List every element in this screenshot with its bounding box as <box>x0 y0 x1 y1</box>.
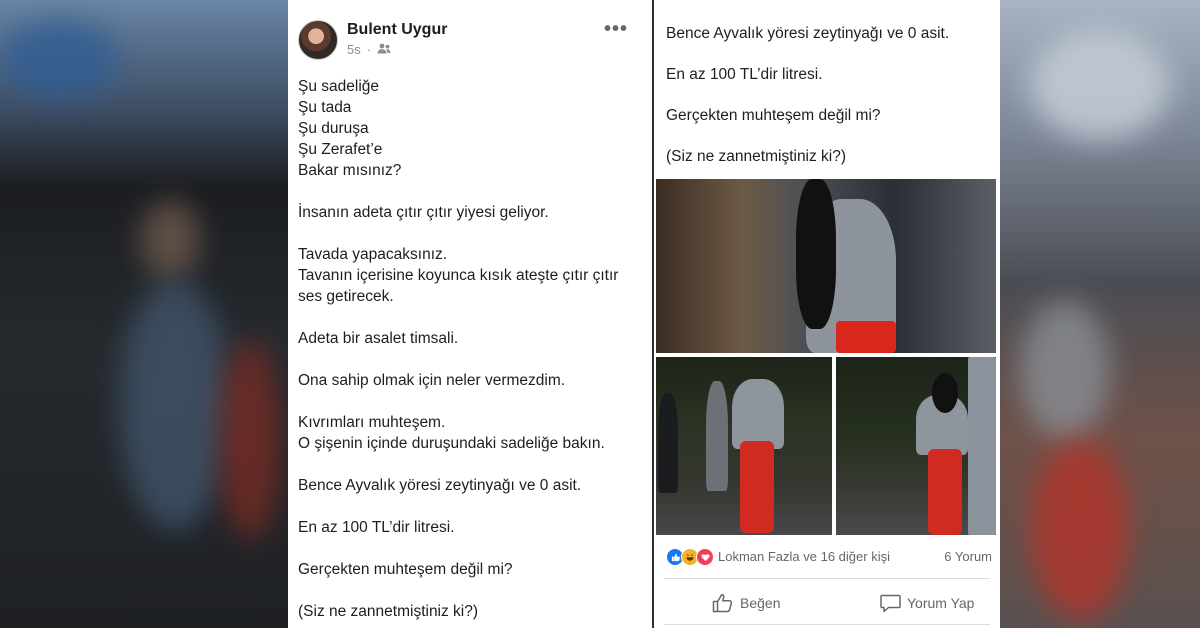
comment-button[interactable]: Yorum Yap <box>880 590 974 616</box>
separator: · <box>366 42 372 57</box>
post-paragraph: En az 100 TL’dir litresi. <box>298 519 455 536</box>
blurred-background-right <box>1000 0 1200 628</box>
comment-icon <box>880 593 901 613</box>
reaction-icons <box>666 548 714 566</box>
post-paragraph: Bence Ayvalık yöresi zeytinyağı ve 0 asi… <box>666 25 950 42</box>
post-paragraph: Adeta bir asalet timsali. <box>298 330 459 347</box>
avatar[interactable] <box>298 20 338 60</box>
post-paragraph: Gerçekten muhteşem değil mi? <box>666 107 881 124</box>
post-paragraph: İnsanın adeta çıtır çıtır yiyesi geliyor… <box>298 204 549 221</box>
post-paragraph: Tavada yapacaksınız. Tavanın içerisine k… <box>298 246 619 305</box>
blurred-background-left <box>0 0 288 628</box>
like-button[interactable]: Beğen <box>712 590 780 616</box>
post-continuation-panel: Bence Ayvalık yöresi zeytinyağı ve 0 asi… <box>654 0 1000 628</box>
post-paragraph: Bence Ayvalık yöresi zeytinyağı ve 0 asi… <box>298 477 582 494</box>
comment-label: Yorum Yap <box>907 595 975 611</box>
friends-icon <box>377 42 391 57</box>
post-paragraph: Ona sahip olmak için neler vermezdim. <box>298 372 566 389</box>
post-meta: 5s · <box>347 42 391 57</box>
post-paragraph: (Siz ne zannetmiştiniz ki?) <box>298 603 479 620</box>
post-text-continued: Bence Ayvalık yöresi zeytinyağı ve 0 asi… <box>666 23 992 187</box>
post-photo-left[interactable] <box>656 357 832 535</box>
post-panel: Bulent Uygur 5s · ••• Şu sadeliğe Şu tad… <box>288 0 652 628</box>
post-photo-right[interactable] <box>836 357 996 535</box>
comments-count[interactable]: 6 Yorum <box>944 549 992 564</box>
reactions-bar[interactable]: Lokman Fazla ve 16 diğer kişi 6 Yorum <box>666 548 992 568</box>
post-header: Bulent Uygur 5s · ••• <box>298 18 642 62</box>
love-reaction-icon <box>696 548 714 566</box>
like-label: Beğen <box>740 595 781 611</box>
author-name[interactable]: Bulent Uygur <box>347 21 447 39</box>
divider <box>664 578 990 579</box>
post-paragraph: Şu sadeliğe Şu tada Şu duruşa Şu Zerafet… <box>298 78 402 179</box>
divider <box>664 624 990 625</box>
post-paragraph: Kıvrımları muhteşem. O şişenin içinde du… <box>298 414 605 452</box>
post-text: Şu sadeliğe Şu tada Şu duruşa Şu Zerafet… <box>298 76 642 628</box>
post-photo-main[interactable] <box>656 179 996 353</box>
reactions-label[interactable]: Lokman Fazla ve 16 diğer kişi <box>718 549 890 564</box>
post-paragraph: En az 100 TL’dir litresi. <box>666 66 823 83</box>
post-paragraph: (Siz ne zannetmiştiniz ki?) <box>666 148 847 165</box>
post-paragraph: Gerçekten muhteşem değil mi? <box>298 561 513 578</box>
post-time[interactable]: 5s <box>347 42 361 57</box>
more-options-icon[interactable]: ••• <box>604 18 628 41</box>
thumbs-up-icon <box>712 593 734 613</box>
